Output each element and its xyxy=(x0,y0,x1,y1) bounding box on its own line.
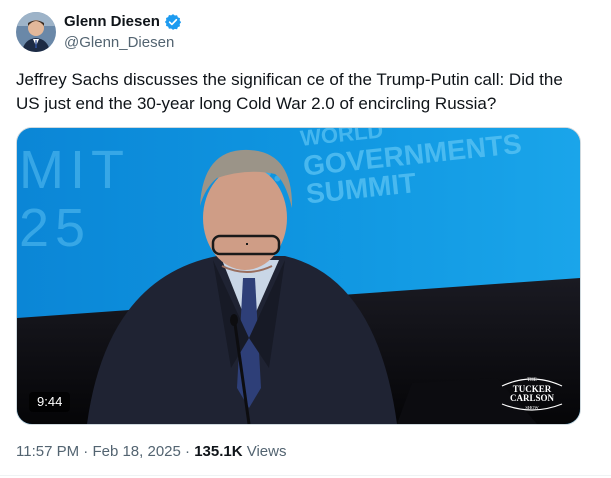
tucker-carlson-watermark: THE TUCKER CARLSON SHOW xyxy=(501,378,563,411)
tweet-text: Jeffrey Sachs discusses the significan c… xyxy=(16,70,563,113)
author-name-text: Glenn Diesen xyxy=(64,13,160,30)
backdrop-text-left-2: 25 xyxy=(19,198,91,258)
author-handle[interactable]: @Glenn_Diesen xyxy=(64,33,174,53)
watermark-line-1: THE xyxy=(527,378,537,383)
tweet-date[interactable]: Feb 18, 2025 xyxy=(92,443,180,460)
tweet: Glenn Diesen @Glenn_Diesen Jeffrey Sachs… xyxy=(0,0,611,478)
meta-separator-2: · xyxy=(185,443,191,460)
tweet-meta: 11:57 PM · Feb 18, 2025 · 135.1K Views xyxy=(16,442,286,462)
tweet-time[interactable]: 11:57 PM xyxy=(16,443,79,460)
backdrop-text-left-1: MIT xyxy=(19,140,130,200)
author-name[interactable]: Glenn Diesen xyxy=(64,12,182,32)
video-duration: 9:44 xyxy=(29,392,71,412)
watermark-line-4: SHOW xyxy=(525,405,539,410)
avatar-image xyxy=(16,12,56,52)
divider xyxy=(0,475,611,476)
watermark-line-3: CARLSON xyxy=(510,393,555,403)
verified-badge-icon[interactable] xyxy=(164,13,182,31)
views-count[interactable]: 135.1K xyxy=(194,443,242,460)
video-player[interactable]: MIT 25 WORLD GOVERNMENTS SUMMIT 9:44 THE… xyxy=(16,127,581,425)
avatar[interactable] xyxy=(16,12,56,52)
meta-separator-1: · xyxy=(83,443,89,460)
views-label: Views xyxy=(246,443,287,460)
